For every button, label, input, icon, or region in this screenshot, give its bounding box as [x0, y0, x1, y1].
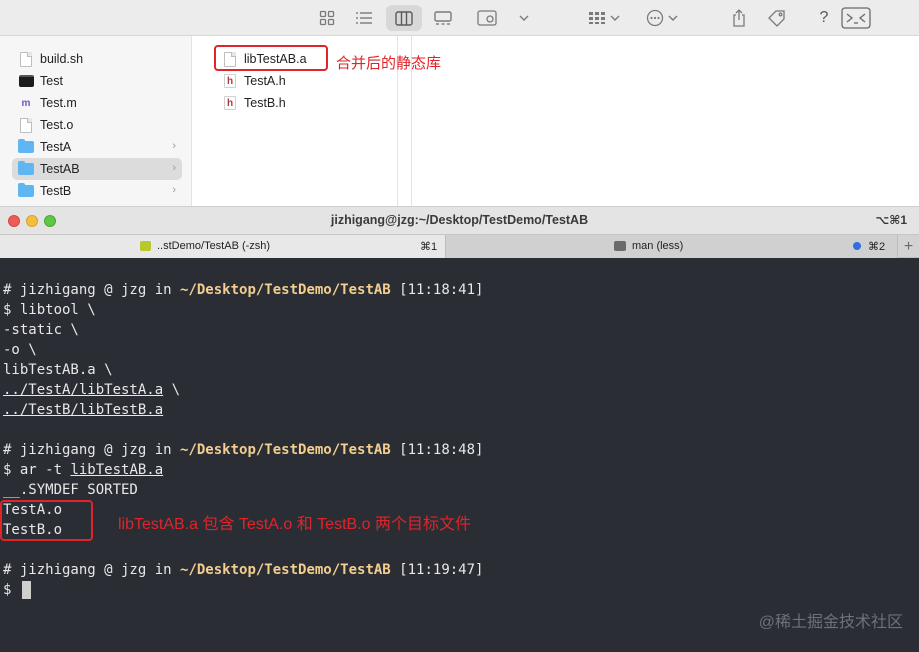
chevron-right-icon: › — [172, 162, 176, 174]
arrange-icon — [589, 12, 605, 24]
command-line: ../TestB/libTestB.a — [3, 402, 164, 418]
file-name: Test — [40, 74, 63, 88]
tab-label: man (less) — [632, 240, 684, 252]
activity-dot-icon — [853, 242, 861, 250]
gallery-icon — [434, 10, 452, 25]
terminal-tab-icon — [140, 241, 151, 251]
file-name: TestB.h — [244, 96, 286, 110]
command-line: -static \ — [3, 322, 79, 338]
group-icon — [477, 10, 497, 26]
terminal-executable-icon — [18, 73, 34, 89]
icon-view-button[interactable] — [316, 5, 338, 31]
list-item-testa[interactable]: TestA › — [18, 136, 182, 158]
list-icon — [356, 12, 372, 24]
watermark: @稀土掘金技术社区 — [758, 614, 903, 631]
list-item-testab[interactable]: TestAB › — [12, 158, 182, 180]
tag-icon — [768, 10, 785, 27]
input-line[interactable]: $ — [3, 580, 31, 600]
file-name: TestB — [40, 184, 72, 198]
group-menu-button[interactable] — [514, 5, 534, 31]
list-item-testa-h[interactable]: h TestA.h — [222, 70, 382, 92]
group-button[interactable] — [474, 5, 500, 31]
columns-icon — [395, 10, 413, 26]
file-name: Test.m — [40, 96, 77, 110]
highlight-box — [214, 45, 328, 71]
list-item-test[interactable]: Test — [18, 70, 180, 92]
annotation-merged-library: 合并后的静态库 — [336, 55, 442, 72]
open-terminal-button[interactable] — [840, 5, 872, 31]
terminal-titlebar: jizhigang@jzg:~/Desktop/TestDemo/TestAB … — [0, 206, 919, 234]
chevron-down-icon — [519, 15, 529, 21]
help-button[interactable]: ? — [814, 5, 834, 31]
objc-source-icon: m — [18, 95, 34, 111]
list-item-testb-h[interactable]: h TestB.h — [222, 92, 382, 114]
tab-zsh[interactable]: ..stDemo/TestAB (-zsh) ⌘1 — [0, 235, 446, 258]
finder-column-parent: build.sh Test m Test.m Test.o TestA › Te… — [0, 36, 192, 206]
list-view-button[interactable] — [352, 5, 376, 31]
chevron-down-icon — [610, 15, 620, 21]
header-file-icon: h — [222, 73, 238, 89]
header-file-icon: h — [222, 95, 238, 111]
prompt-line: # jizhigang @ jzg in ~/Desktop/TestDemo/… — [3, 442, 484, 458]
file-badge: h — [224, 74, 236, 88]
file-name: TestA.h — [244, 74, 286, 88]
chevron-right-icon: › — [172, 140, 176, 152]
terminal-tab-icon — [614, 241, 626, 251]
tags-button[interactable] — [764, 5, 790, 31]
terminal-tab-bar: ..stDemo/TestAB (-zsh) ⌘1 man (less) ⌘2 … — [0, 234, 919, 258]
gallery-view-button[interactable] — [430, 5, 456, 31]
more-icon — [646, 9, 664, 27]
terminal-output[interactable]: # jizhigang @ jzg in ~/Desktop/TestDemo/… — [0, 258, 919, 652]
text-cursor — [21, 581, 31, 599]
file-badge: h — [224, 96, 236, 110]
arrange-button[interactable] — [584, 5, 624, 31]
share-button[interactable] — [728, 5, 750, 31]
folder-icon — [18, 139, 34, 155]
document-icon — [18, 117, 34, 133]
finder-window: ? build.sh Test m Test.m Test.o TestA › — [0, 0, 919, 206]
document-icon — [18, 51, 34, 67]
output-line: __.SYMDEF SORTED — [3, 482, 138, 498]
folder-icon — [18, 161, 34, 177]
tab-shortcut: ⌘2 — [868, 241, 886, 253]
tab-shortcut: ⌘1 — [420, 241, 438, 253]
file-badge: m — [21, 97, 31, 109]
column-view-button[interactable] — [386, 5, 422, 31]
tab-man[interactable]: man (less) ⌘2 — [446, 235, 897, 258]
command-line: libTestAB.a \ — [3, 362, 113, 378]
prompt-line: # jizhigang @ jzg in ~/Desktop/TestDemo/… — [3, 562, 484, 578]
new-tab-button[interactable]: + — [897, 235, 919, 258]
share-icon — [733, 9, 745, 27]
highlight-box — [0, 500, 93, 541]
list-item-testb[interactable]: TestB › — [18, 180, 182, 202]
list-item-test-m[interactable]: m Test.m — [18, 92, 180, 114]
command-line: -o \ — [3, 342, 37, 358]
list-item-test-o[interactable]: Test.o — [18, 114, 180, 136]
file-name: Test.o — [40, 118, 74, 132]
command-line: $ libtool \ — [3, 302, 96, 318]
chevron-right-icon: › — [172, 184, 176, 196]
window-shortcut: ⌥⌘1 — [875, 213, 907, 227]
folder-icon — [18, 183, 34, 199]
grid-icon — [319, 10, 335, 26]
file-name: TestA — [40, 140, 72, 154]
file-name: build.sh — [40, 52, 84, 66]
prompt-line: # jizhigang @ jzg in ~/Desktop/TestDemo/… — [3, 282, 484, 298]
tab-label: ..stDemo/TestAB (-zsh) — [157, 240, 271, 252]
finder-toolbar: ? — [0, 0, 919, 36]
chevron-down-icon — [668, 15, 678, 21]
command-line: ../TestA/libTestA.a \ — [3, 382, 181, 398]
list-item-build-sh[interactable]: build.sh — [18, 48, 180, 70]
terminal-icon — [841, 7, 871, 29]
window-title: jizhigang@jzg:~/Desktop/TestDemo/TestAB — [330, 213, 589, 227]
annotation-object-files: libTestAB.a 包含 TestA.o 和 TestB.o 两个目标文件 — [118, 516, 471, 533]
file-name: TestAB — [40, 162, 80, 176]
command-line: $ ar -t libTestAB.a — [3, 462, 164, 478]
action-menu-button[interactable] — [642, 5, 682, 31]
